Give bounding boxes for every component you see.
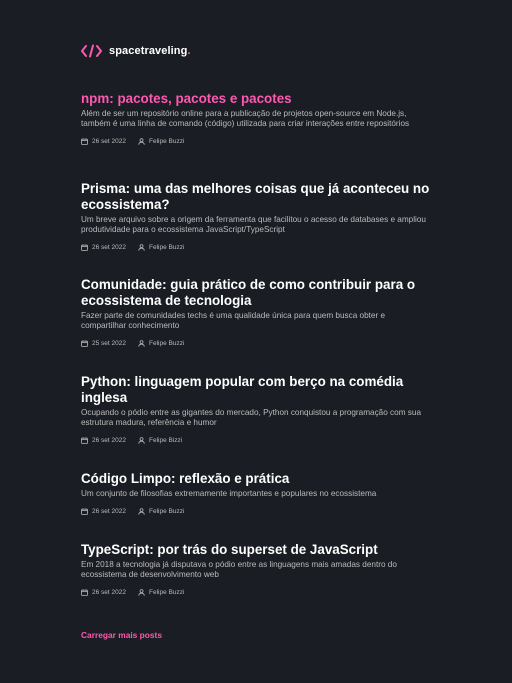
post-subtitle: Além de ser um repositório online para a… [81, 109, 410, 129]
post-date: 26 set 2022 [81, 244, 126, 251]
post-author: Felipe Buzzi [138, 244, 184, 251]
post-date: 26 set 2022 [81, 437, 126, 444]
code-brackets-icon [81, 44, 102, 58]
post-author-text: Felipe Buzzi [148, 588, 185, 596]
post-date-text: 25 set 2022 [92, 339, 126, 347]
user-icon [138, 340, 145, 347]
user-icon [138, 437, 145, 444]
post-item[interactable]: Código Limpo: reflexão e prática Um conj… [81, 471, 431, 515]
post-title[interactable]: TypeScript: por trás do superset de Java… [81, 542, 431, 558]
post-author-text: Felipe Buzzi [148, 243, 185, 251]
post-info: 26 set 2022 Felipe Buzzi [81, 137, 431, 145]
user-icon [138, 589, 145, 596]
post-subtitle: Em 2018 a tecnologia já disputava o pódi… [81, 560, 397, 580]
post-item[interactable]: Comunidade: guia prático de como contrib… [81, 277, 431, 347]
post-title[interactable]: Código Limpo: reflexão e prática [81, 471, 431, 487]
user-icon [138, 507, 145, 515]
post-item[interactable]: Python: linguagem popular com berço na c… [81, 374, 431, 444]
header-logo[interactable]: spacetraveling. [81, 44, 191, 58]
post-author-text: Felipe Bizzi [148, 436, 183, 444]
post-item[interactable]: TypeScript: por trás do superset de Java… [81, 542, 431, 596]
logo-text: spacetraveling [109, 45, 188, 57]
post-date: 26 set 2022 [81, 138, 126, 145]
post-item[interactable]: Prisma: uma das melhores coisas que já a… [81, 181, 431, 251]
post-author-text: Felipe Buzzi [148, 507, 185, 515]
post-title[interactable]: Comunidade: guia prático de como contrib… [81, 277, 431, 309]
post-date: 26 set 2022 [81, 508, 126, 515]
user-icon [138, 138, 145, 145]
user-icon [138, 244, 145, 251]
post-date-text: 26 set 2022 [92, 243, 126, 251]
post-author-text: Felipe Buzzi [148, 339, 185, 347]
post-title[interactable]: npm: pacotes, pacotes e pacotes [81, 91, 431, 107]
post-author: Felipe Buzzi [138, 340, 184, 347]
post-item[interactable]: npm: pacotes, pacotes e pacotes Além de … [81, 91, 431, 145]
post-author: Felipe Buzzi [138, 138, 184, 145]
post-date: 26 set 2022 [81, 589, 126, 596]
post-title[interactable]: Python: linguagem popular com berço na c… [81, 374, 431, 406]
post-subtitle: Um conjunto de filosofias extremamente i… [81, 489, 377, 498]
post-author: Felipe Buzzi [138, 508, 184, 515]
post-info: 26 set 2022 Felipe Buzzi [81, 243, 431, 251]
post-subtitle: Ocupando o pódio entre as gigantes do me… [81, 408, 421, 428]
post-title[interactable]: Prisma: uma das melhores coisas que já a… [81, 181, 431, 213]
calendar-icon [81, 508, 88, 515]
post-date-text: 26 set 2022 [92, 436, 126, 444]
calendar-icon [81, 138, 88, 145]
post-subtitle: Um breve arquivo sobre a origem da ferra… [81, 215, 426, 235]
post-date: 25 set 2022 [81, 340, 126, 347]
post-info: 26 set 2022 Felipe Buzzi [81, 507, 431, 515]
post-author: Felipe Bizzi [138, 437, 182, 444]
post-date-text: 26 set 2022 [92, 507, 126, 515]
calendar-icon [81, 437, 88, 444]
calendar-icon [81, 589, 88, 596]
post-date-text: 26 set 2022 [92, 588, 126, 596]
post-subtitle: Fazer parte de comunidades techs é uma q… [81, 311, 386, 331]
post-date-text: 26 set 2022 [92, 137, 126, 145]
calendar-icon [81, 340, 88, 347]
post-info: 26 set 2022 Felipe Buzzi [81, 588, 431, 596]
calendar-icon [81, 244, 88, 251]
post-info: 26 set 2022 Felipe Bizzi [81, 436, 431, 444]
logo-dot: . [187, 45, 191, 57]
post-author-text: Felipe Buzzi [148, 137, 185, 145]
post-info: 25 set 2022 Felipe Buzzi [81, 339, 431, 347]
load-more-button[interactable]: Carregar mais posts [81, 630, 162, 640]
post-author: Felipe Buzzi [138, 589, 184, 596]
